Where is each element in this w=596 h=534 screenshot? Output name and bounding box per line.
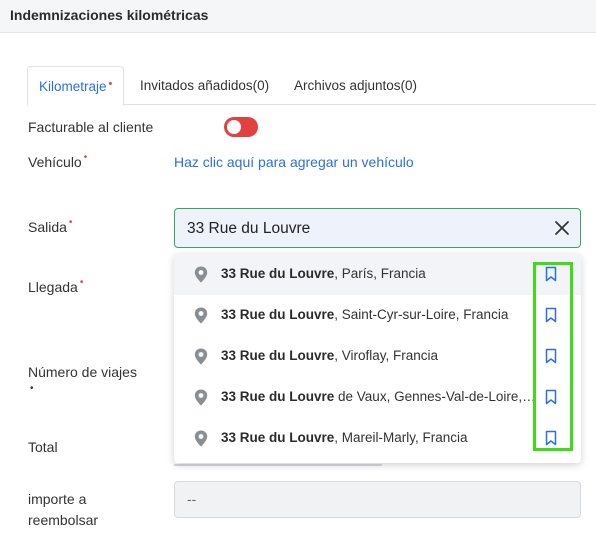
suggestion-match: 33 Rue du Louvre	[221, 389, 335, 404]
vehiculo-label: Vehículo •	[28, 152, 88, 170]
suggestion-text: 33 Rue du Louvre, Mareil-Marly, Francia	[221, 430, 536, 445]
llegada-label-text: Llegada	[28, 279, 78, 295]
suggestion-detail: , Viroflay, Francia	[334, 348, 439, 363]
tab-kilometraje-label: Kilometraje	[39, 79, 107, 94]
suggestion-item[interactable]: 33 Rue du Louvre, Saint-Cyr-sur-Loire, F…	[174, 295, 581, 336]
suggestion-item[interactable]: 33 Rue du Louvre, Viroflay, Francia	[174, 336, 581, 377]
tab-archivos[interactable]: Archivos adjuntos(0)	[283, 66, 428, 105]
suggestion-text: 33 Rue du Louvre, Saint-Cyr-sur-Loire, F…	[221, 307, 536, 322]
page-header: Indemnizaciones kilométricas	[0, 0, 596, 33]
close-icon[interactable]	[554, 220, 570, 236]
suggestion-text: 33 Rue du Louvre, París, Francia	[221, 266, 536, 281]
tab-kilometraje[interactable]: Kilometraje •	[27, 66, 125, 106]
importe-label-line-2: reembolsar	[28, 512, 99, 528]
suggestion-detail: de Vaux, Gennes-Val-de-Loire, Francia	[338, 389, 536, 404]
tab-bar: Kilometraje • Invitados añadidos(0) Archi…	[27, 66, 596, 106]
required-marker: •	[30, 383, 34, 394]
suggestion-match: 33 Rue du Louvre	[221, 266, 335, 281]
suggestion-detail: , Saint-Cyr-sur-Loire, Francia	[334, 307, 509, 322]
suggestion-detail: , Mareil-Marly, Francia	[334, 430, 468, 445]
suggestion-text: 33 Rue du Louvre, Viroflay, Francia	[221, 348, 536, 363]
total-field-edge	[174, 464, 382, 466]
map-pin-icon	[194, 266, 208, 283]
bookmark-icon[interactable]	[544, 430, 558, 446]
tab-invitados-label: Invitados añadidos(0)	[140, 78, 270, 93]
suggestion-text: 33 Rue du Louvre de Vaux, Gennes-Val-de-…	[221, 389, 536, 404]
importe-field: --	[174, 481, 581, 518]
bookmark-icon[interactable]	[544, 307, 558, 323]
address-suggestions-dropdown: 33 Rue du Louvre, París, Francia 33 Rue …	[174, 254, 581, 463]
suggestion-item[interactable]: 33 Rue du Louvre, Mareil-Marly, Francia	[174, 418, 581, 459]
tab-archivos-label: Archivos adjuntos(0)	[294, 78, 418, 93]
vehiculo-label-text: Vehículo	[28, 154, 82, 170]
salida-input-wrapper	[174, 208, 581, 248]
tab-invitados[interactable]: Invitados añadidos(0)	[129, 66, 280, 105]
salida-input[interactable]	[187, 219, 547, 239]
required-marker: •	[79, 277, 84, 288]
bookmark-icon[interactable]	[544, 348, 558, 364]
salida-label-text: Salida	[28, 219, 67, 235]
importe-label-line-1: importe a	[28, 491, 87, 507]
suggestion-match: 33 Rue du Louvre	[221, 307, 335, 322]
bookmark-icon[interactable]	[544, 389, 558, 405]
required-marker: •	[108, 78, 113, 90]
facturable-toggle[interactable]	[224, 117, 258, 137]
viajes-label: Número de viajes	[28, 364, 137, 380]
map-pin-icon	[194, 430, 208, 447]
add-vehicle-link[interactable]: Haz clic aquí para agregar un vehículo	[174, 154, 414, 170]
required-marker: •	[83, 152, 88, 163]
map-pin-icon	[194, 348, 208, 365]
facturable-label: Facturable al cliente	[28, 119, 154, 135]
toggle-knob	[227, 120, 241, 134]
importe-value: --	[187, 491, 197, 507]
suggestion-match: 33 Rue du Louvre	[221, 348, 335, 363]
llegada-label: Llegada •	[28, 277, 84, 295]
required-marker: •	[68, 217, 73, 228]
bookmark-icon[interactable]	[544, 266, 558, 282]
page-title: Indemnizaciones kilométricas	[10, 7, 209, 23]
total-label: Total	[28, 439, 58, 455]
map-pin-icon	[194, 389, 208, 406]
suggestion-item[interactable]: 33 Rue du Louvre, París, Francia	[174, 254, 581, 295]
suggestion-item[interactable]: 33 Rue du Louvre de Vaux, Gennes-Val-de-…	[174, 377, 581, 418]
salida-label: Salida •	[28, 217, 73, 235]
suggestion-detail: , París, Francia	[334, 266, 426, 281]
suggestion-match: 33 Rue du Louvre	[221, 430, 335, 445]
map-pin-icon	[194, 307, 208, 324]
